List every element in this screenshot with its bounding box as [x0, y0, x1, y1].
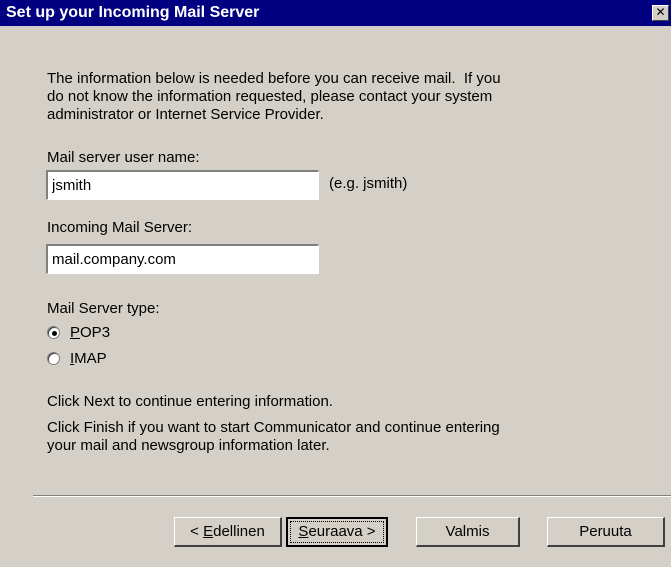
user-name-field[interactable] — [46, 170, 319, 200]
incoming-server-field[interactable] — [46, 244, 319, 274]
title-bar[interactable]: Set up your Incoming Mail Server ✕ — [0, 0, 671, 26]
radio-selected-icon[interactable] — [47, 326, 60, 339]
server-type-label: Mail Server type: — [47, 300, 160, 317]
incoming-mail-server-dialog: Set up your Incoming Mail Server ✕ The i… — [0, 0, 671, 567]
incoming-server-label: Incoming Mail Server: — [47, 219, 193, 236]
next-button[interactable]: Seuraava > — [286, 517, 388, 547]
finish-button[interactable]: Valmis — [416, 517, 520, 547]
close-icon[interactable]: ✕ — [652, 5, 669, 21]
radio-pop3-label: POP3 — [70, 324, 111, 341]
intro-text: The information below is needed before y… — [47, 70, 501, 123]
radio-imap-label: IMAP — [70, 350, 107, 367]
cancel-button[interactable]: Peruuta — [547, 517, 665, 547]
user-name-hint: (e.g. jsmith) — [329, 175, 408, 192]
window-title: Set up your Incoming Mail Server — [6, 4, 260, 21]
finish-instruction: Click Finish if you want to start Commun… — [47, 419, 500, 454]
user-name-label: Mail server user name: — [47, 149, 200, 166]
next-instruction: Click Next to continue entering informat… — [47, 393, 333, 410]
radio-unselected-icon[interactable] — [47, 352, 60, 365]
button-separator — [33, 495, 671, 497]
back-button[interactable]: < Edellinen — [174, 517, 282, 547]
